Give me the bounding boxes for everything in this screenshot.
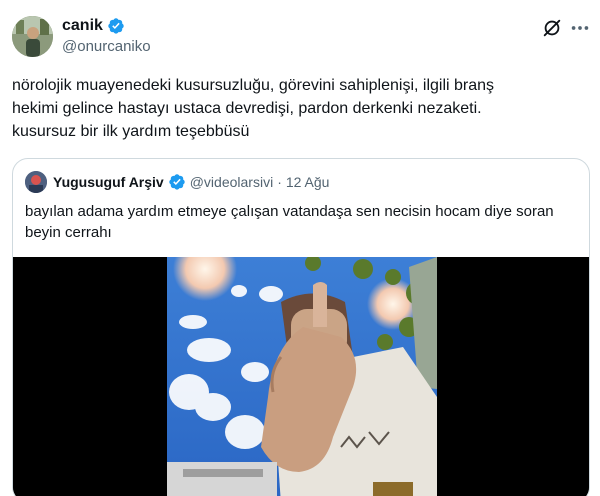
quoted-header: Yugusuguf Arşiv @videolarsivi · 12 Ağu xyxy=(25,171,329,193)
avatar-image xyxy=(12,16,53,57)
author-display-name: canik xyxy=(62,17,103,34)
verified-badge-icon xyxy=(108,18,124,34)
more-icon[interactable] xyxy=(569,17,591,39)
quoted-avatar-image xyxy=(25,171,47,193)
quoted-text: bayılan adama yardım etmeye çalışan vata… xyxy=(25,203,554,241)
video-frame xyxy=(13,237,589,496)
verified-badge-icon xyxy=(169,174,185,190)
author-name[interactable]: canik xyxy=(62,16,125,36)
quoted-tweet[interactable]: Yugusuguf Arşiv @videolarsivi · 12 Ağu b… xyxy=(12,158,590,496)
quoted-handle[interactable]: @videolarsivi xyxy=(190,174,273,190)
quoted-separator: · xyxy=(277,174,282,190)
author-avatar[interactable] xyxy=(12,16,53,57)
tweet-text: nörolojik muayenedeki kusursuzluğu, göre… xyxy=(12,77,495,140)
quoted-video[interactable] xyxy=(13,237,589,496)
quoted-display-name[interactable]: Yugusuguf Arşiv xyxy=(53,174,164,190)
author-handle[interactable]: @onurcaniko xyxy=(62,38,151,56)
grok-icon[interactable] xyxy=(541,17,563,39)
quoted-date[interactable]: 12 Ağu xyxy=(286,174,330,190)
quoted-avatar[interactable] xyxy=(25,171,47,193)
